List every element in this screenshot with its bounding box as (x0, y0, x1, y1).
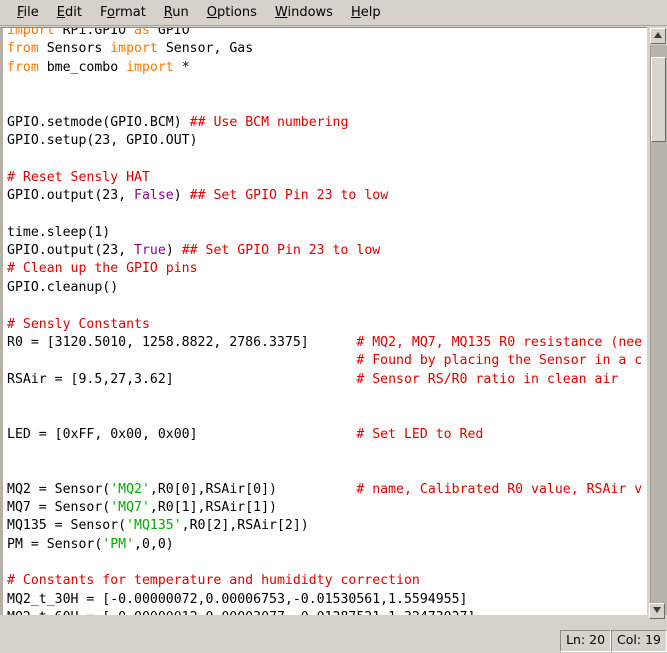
menu-item-edit[interactable]: Edit (48, 3, 91, 23)
menu-item-windows[interactable]: Windows (266, 3, 342, 23)
menu-item-format[interactable]: Format (91, 3, 155, 23)
code-text-frame[interactable]: import RPi.GPIO as GPIO from Sensors impo… (0, 27, 647, 615)
status-column-indicator: Col: 19 (611, 630, 667, 652)
triangle-up-icon (654, 32, 662, 38)
menu-item-options[interactable]: Options (198, 3, 266, 23)
menubar: File Edit Format Run Options Windows Hel… (0, 0, 667, 26)
scroll-up-button[interactable] (650, 28, 666, 44)
scroll-down-button[interactable] (649, 603, 665, 619)
code-content[interactable]: import RPi.GPIO as GPIO from Sensors impo… (3, 28, 647, 615)
horizontal-scrollbar-strip[interactable] (0, 603, 667, 629)
menu-item-help[interactable]: Help (342, 3, 390, 23)
idle-editor-window: File Edit Format Run Options Windows Hel… (0, 0, 667, 653)
vertical-scrollbar-thumb[interactable] (651, 57, 666, 142)
editor-area: import RPi.GPIO as GPIO from Sensors impo… (0, 26, 667, 615)
menu-item-run[interactable]: Run (155, 3, 198, 23)
statusbar: Ln: 20 Col: 19 (0, 629, 667, 653)
menu-item-file[interactable]: File (8, 3, 48, 23)
status-line-indicator: Ln: 20 (560, 630, 612, 652)
vertical-scrollbar[interactable] (647, 27, 667, 615)
triangle-down-icon (653, 607, 661, 613)
